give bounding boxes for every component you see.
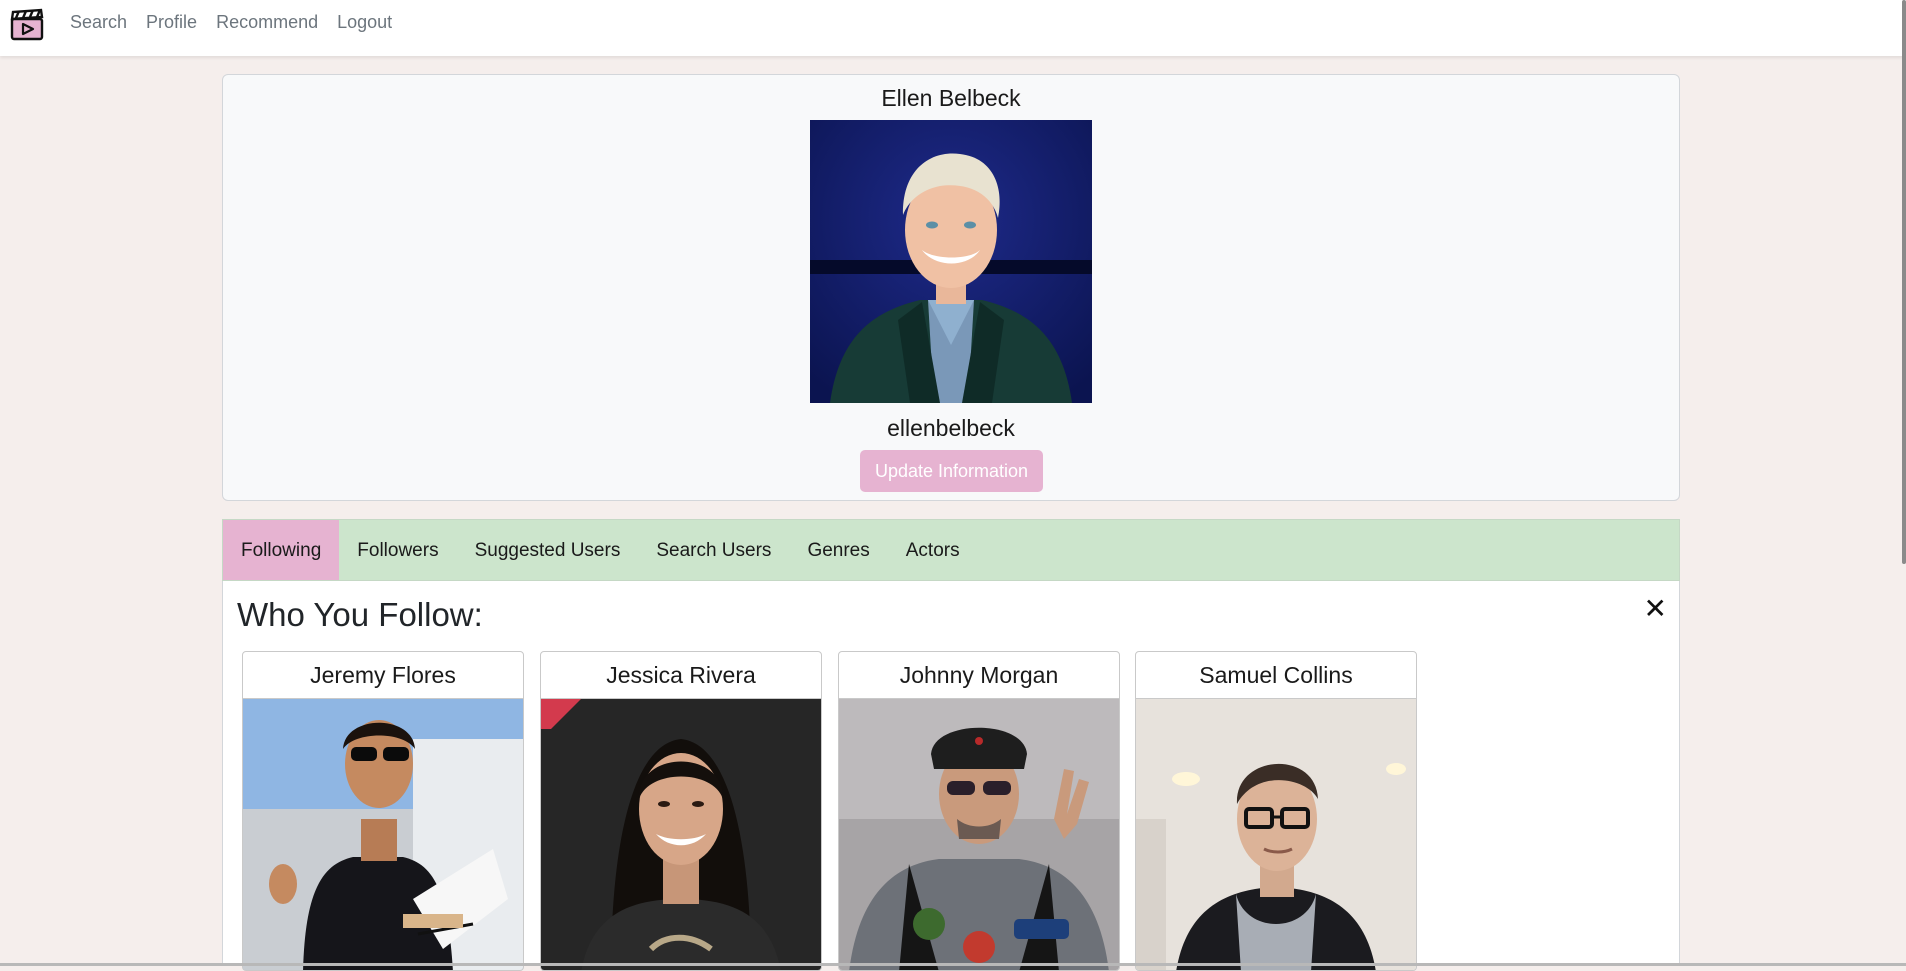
top-navbar: Search Profile Recommend Logout <box>0 0 1906 56</box>
user-card[interactable]: Johnny Morgan <box>838 651 1120 971</box>
tab-actors[interactable]: Actors <box>888 520 978 580</box>
user-card-name: Johnny Morgan <box>839 652 1119 699</box>
user-card-name: Samuel Collins <box>1136 652 1416 699</box>
following-panel: Who You Follow: ✕ Jeremy Flores Jessica … <box>222 581 1680 971</box>
user-card-photo <box>1136 699 1416 970</box>
user-card[interactable]: Jeremy Flores <box>242 651 524 971</box>
user-card[interactable]: Samuel Collins <box>1135 651 1417 971</box>
nav-profile-link[interactable]: Profile <box>146 12 197 33</box>
profile-username: ellenbelbeck <box>887 415 1015 441</box>
tab-suggested-users[interactable]: Suggested Users <box>457 520 639 580</box>
user-card-photo <box>243 699 523 970</box>
profile-tabs: Following Followers Suggested Users Sear… <box>222 519 1680 581</box>
nav-logout-link[interactable]: Logout <box>337 12 392 33</box>
tab-genres[interactable]: Genres <box>789 520 887 580</box>
clapperboard-logo-icon[interactable] <box>10 7 44 41</box>
nav-links: Search Profile Recommend Logout <box>70 12 411 33</box>
profile-name: Ellen Belbeck <box>881 85 1021 111</box>
nav-search-link[interactable]: Search <box>70 12 127 33</box>
close-icon[interactable]: ✕ <box>1644 595 1667 623</box>
nav-recommend-link[interactable]: Recommend <box>216 12 318 33</box>
tab-followers[interactable]: Followers <box>339 520 456 580</box>
profile-photo <box>810 120 1092 403</box>
user-card-photo <box>541 699 821 970</box>
update-information-button[interactable]: Update Information <box>860 450 1043 492</box>
user-card-photo <box>839 699 1119 970</box>
page-scrollbar[interactable] <box>1902 0 1906 564</box>
user-card-name: Jeremy Flores <box>243 652 523 699</box>
tab-following[interactable]: Following <box>223 520 340 580</box>
user-card[interactable]: Jessica Rivera <box>540 651 822 971</box>
user-card-name: Jessica Rivera <box>541 652 821 699</box>
profile-card: Ellen Belbeck ellenbelbeck Update Inform… <box>222 74 1680 501</box>
panel-title: Who You Follow: <box>237 596 483 633</box>
tab-search-users[interactable]: Search Users <box>638 520 789 580</box>
